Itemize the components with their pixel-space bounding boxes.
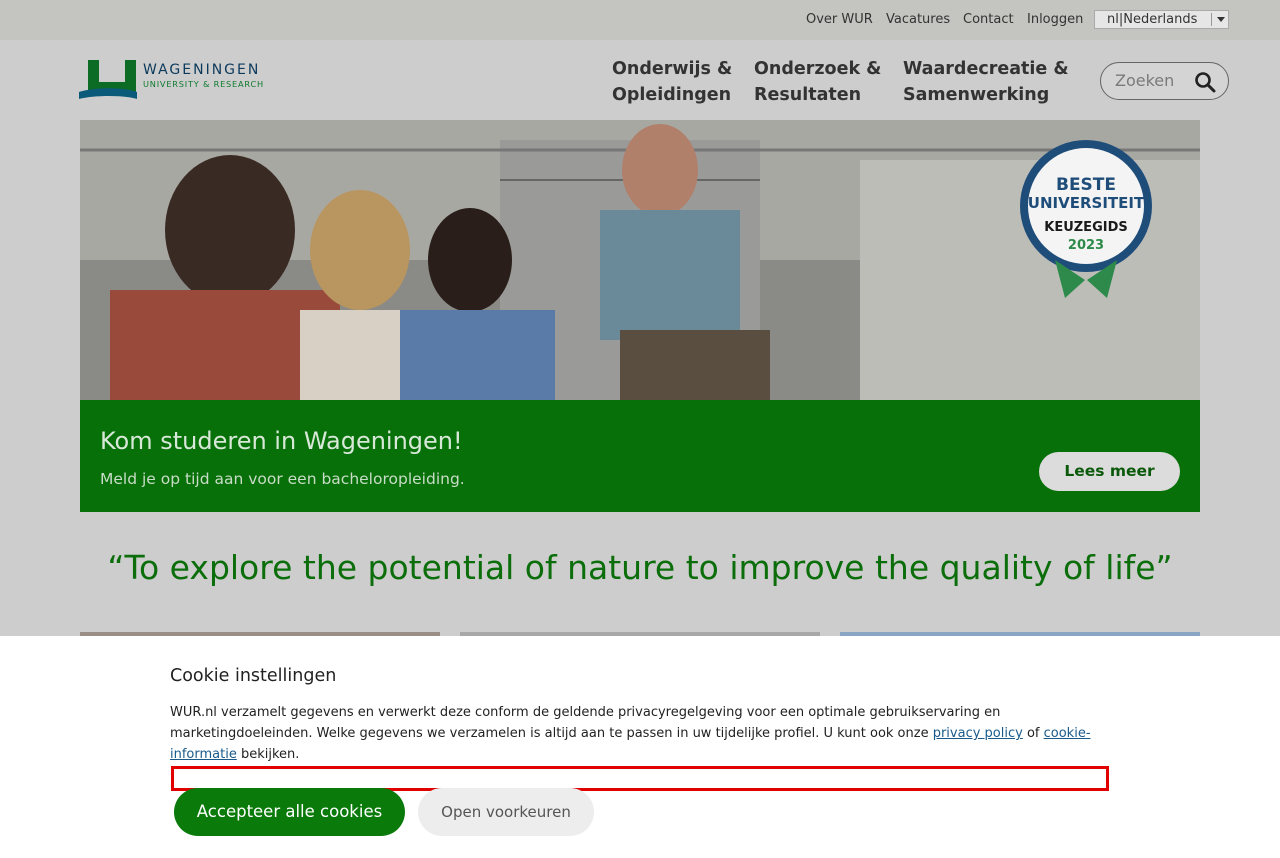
cookie-text-intro: WUR.nl verzamelt gegevens en verwerkt de… <box>170 705 1001 741</box>
logo-name: WAGENINGEN <box>143 62 260 78</box>
link-inloggen[interactable]: Inloggen <box>1027 12 1083 27</box>
badge-line1: BESTE <box>1056 175 1116 195</box>
link-over-wur[interactable]: Over WUR <box>806 12 873 27</box>
nav-onderzoek-line2: Resultaten <box>754 85 862 105</box>
nav-onderwijs[interactable]: Onderwijs & Opleidingen <box>612 56 732 108</box>
cookie-text-end: bekijken. <box>236 747 300 762</box>
nav-waardecreatie-line2: Samenwerking <box>903 85 1050 105</box>
lees-meer-button[interactable]: Lees meer <box>1039 452 1180 491</box>
language-select-divider <box>1211 13 1212 26</box>
privacy-policy-link[interactable]: privacy policy <box>933 726 1023 741</box>
hero-banner: BESTE UNIVERSITEIT KEUZEGIDS 2023 Kom st… <box>80 120 1200 512</box>
wur-logo[interactable]: WAGENINGEN UNIVERSITY & RESEARCH <box>79 59 291 101</box>
accept-all-cookies-button[interactable]: Accepteer alle cookies <box>174 788 405 836</box>
search-box <box>1100 62 1229 100</box>
utility-bar: Over WUR Vacatures Contact Inloggen nl|N… <box>0 0 1280 40</box>
link-vacatures[interactable]: Vacatures <box>886 12 950 27</box>
cookie-banner: Cookie instellingen WUR.nl verzamelt geg… <box>0 636 1280 858</box>
search-input[interactable] <box>1115 71 1185 90</box>
chevron-down-icon <box>1217 17 1225 22</box>
nav-onderzoek-line1: Onderzoek & <box>754 59 882 79</box>
hero-subtitle: Meld je op tijd aan voor een bacheloropl… <box>100 470 465 488</box>
open-preferences-button[interactable]: Open voorkeuren <box>418 788 594 836</box>
logo-subtitle: UNIVERSITY & RESEARCH <box>143 79 264 89</box>
nav-waardecreatie-line1: Waardecreatie & <box>903 59 1069 79</box>
hero-title: Kom studeren in Wageningen! <box>100 427 463 455</box>
badge-line2: UNIVERSITEIT <box>1028 194 1145 212</box>
nav-onderwijs-line2: Opleidingen <box>612 85 732 105</box>
cookie-title: Cookie instellingen <box>170 666 337 686</box>
nav-onderzoek[interactable]: Onderzoek & Resultaten <box>754 56 881 108</box>
link-contact[interactable]: Contact <box>963 12 1014 27</box>
cookie-description: WUR.nl verzamelt gegevens en verwerkt de… <box>170 702 1100 765</box>
hero-caption: Kom studeren in Wageningen! Meld je op t… <box>80 400 1200 512</box>
cookie-text-connector: of <box>1022 726 1044 741</box>
language-select-value: nl|Nederlands <box>1107 12 1198 27</box>
search-icon[interactable] <box>1194 71 1216 93</box>
badge-line3: KEUZEGIDS <box>1044 220 1127 235</box>
language-select[interactable]: nl|Nederlands <box>1094 10 1229 29</box>
nav-waardecreatie[interactable]: Waardecreatie & Samenwerking <box>903 56 1069 108</box>
nav-onderwijs-line1: Onderwijs & <box>612 59 733 79</box>
mission-quote: “To explore the potential of nature to i… <box>107 548 1173 587</box>
badge-line4: 2023 <box>1068 238 1104 253</box>
